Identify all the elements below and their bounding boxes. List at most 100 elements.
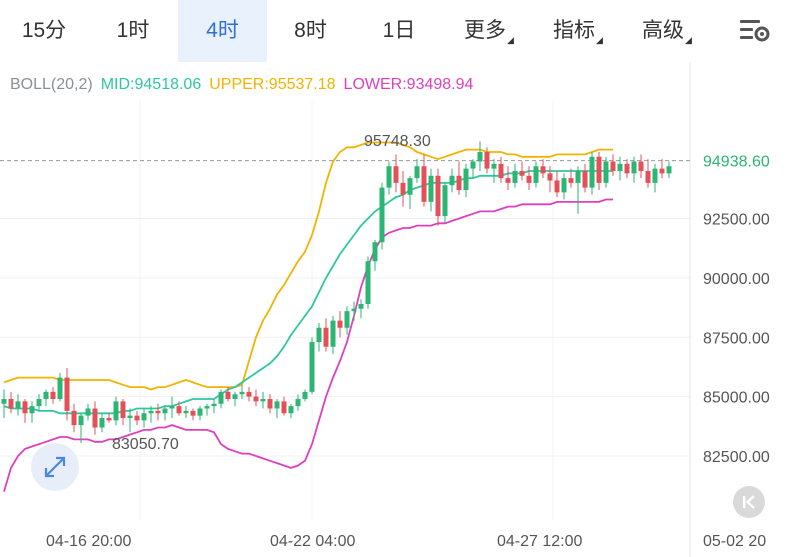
candle-body [365,261,371,304]
candle-body [337,320,343,328]
candle-body [652,168,658,183]
candle-body [456,175,462,190]
candlestick-chart[interactable]: 82500.00 85000.00 87500.00 90000.00 92500.00… [0,0,800,557]
current-price-label: 94938.60 [703,154,770,171]
candle-body [281,401,287,414]
candle-body [295,399,301,407]
candle-body [141,413,147,421]
candle-body [274,401,280,409]
candle-body [533,166,539,183]
candle-body [43,391,49,399]
candle-body [414,166,420,179]
candle-body [190,410,196,416]
x-tick-label: 04-16 20:00 [46,533,132,550]
candle-body [29,406,35,414]
candle-body [645,171,651,183]
candle-body [407,178,413,195]
candle-body [477,152,483,162]
candle-body [85,408,91,416]
candle-body [288,406,294,414]
candle-body [358,304,364,309]
candle-body [575,171,581,183]
candle-body [302,391,308,399]
candle-body [330,320,336,347]
expand-chart-button[interactable] [31,443,79,491]
candle-body [372,242,378,262]
candle-body [71,410,77,426]
y-tick-label: 85000.00 [703,390,770,407]
candle-body [323,327,329,347]
candle-body [99,418,105,428]
candle-body [400,182,406,195]
candle-body [484,152,490,169]
y-tick-label: 82500.00 [703,449,770,466]
candle-body [218,391,224,404]
candle-body [50,391,56,399]
candle-body [169,406,175,409]
x-tick-label: 04-22 04:00 [270,533,356,550]
candle-body [547,173,553,181]
candle-body [561,178,567,193]
candle-body [554,180,560,193]
candle-body [379,187,385,243]
candle-body [183,410,189,414]
candle-body [148,410,154,414]
candle-body [22,401,28,414]
x-tick-label: 04-27 12:00 [497,533,583,550]
candle-body [225,391,231,399]
candle-body [393,166,399,183]
expand-icon [44,456,66,478]
candle-body [64,377,70,411]
skip-back-icon [743,495,755,509]
candle-body [134,415,140,421]
candle-body [344,311,350,328]
candle-body [589,156,595,188]
candle-body [659,168,665,174]
candle-body [36,399,42,407]
candle-body [666,166,672,174]
high-price-annotation: 95748.30 [364,133,431,150]
candle-body [253,396,259,402]
candle-body [463,168,469,190]
candle-body [617,163,623,171]
candle-body [603,161,609,183]
candle-body [57,377,63,399]
candle-body [176,406,182,414]
low-price-annotation: 83050.70 [112,436,179,453]
candle-body [505,178,511,183]
candle-body [498,163,504,179]
candle-body [155,410,161,414]
candle-body [8,399,14,409]
scroll-to-latest-button[interactable] [733,486,765,518]
candle-body [491,163,497,169]
candle-body [78,415,84,426]
candle-body [246,391,252,397]
candle-body [127,415,133,418]
candle-body [435,175,441,217]
candle-body [624,163,630,174]
candle-body [631,161,637,174]
candle-body [449,175,455,186]
candle-body [428,175,434,202]
candle-body [568,178,574,183]
candle-body [519,171,525,176]
candle-body [211,403,217,407]
candle-body [113,401,119,421]
candle-body [610,161,616,171]
candle-body [386,166,392,188]
candle-body [197,408,203,416]
y-tick-label: 90000.00 [703,271,770,288]
candle-body [596,156,602,183]
candle-body [526,175,532,183]
boll-mid-line [3,170,613,415]
candle-body [421,166,427,202]
candle-body [1,399,7,404]
candle-body [540,166,546,174]
candle-body [470,161,476,169]
candle-body [267,399,273,409]
candle-body [638,161,644,171]
y-tick-label: 87500.00 [703,330,770,347]
candle-body [232,394,238,399]
y-tick-label: 92500.00 [703,212,770,229]
x-tick-label: 05-02 20 [703,533,766,550]
